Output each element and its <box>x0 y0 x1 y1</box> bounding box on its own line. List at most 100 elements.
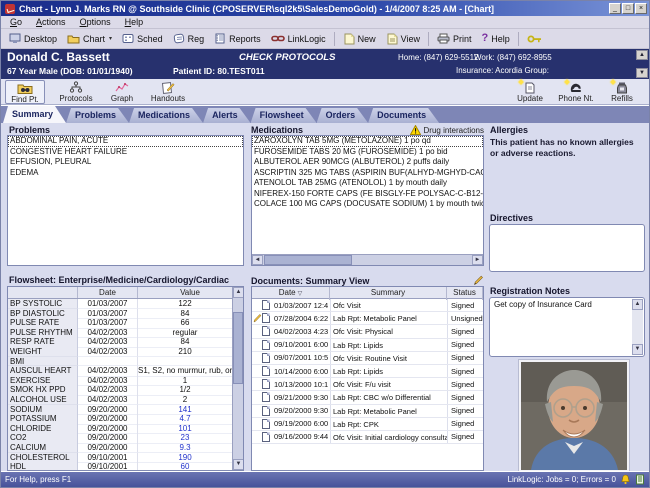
chart-button[interactable]: Chart ▾ <box>62 32 117 45</box>
document-row[interactable]: 04/02/2003 4:23 Ofc Visit: Physical Sign… <box>252 325 483 338</box>
handouts-button[interactable]: Handouts <box>145 80 191 104</box>
document-row[interactable]: 10/14/2000 6:00 Lab Rpt: Lipids Signed <box>252 365 483 378</box>
minimize-button[interactable]: _ <box>609 3 621 14</box>
scroll-down-icon[interactable]: ▼ <box>636 68 648 78</box>
scroll-right-icon[interactable]: ► <box>472 255 483 265</box>
flowsheet-row[interactable]: BP DIASTOLIC 01/03/2007 84 <box>8 309 232 319</box>
menu-item[interactable]: Go <box>3 17 29 27</box>
flowsheet-row[interactable]: CHOLESTEROL 09/10/2001 190 <box>8 453 232 463</box>
problem-list-item[interactable]: CONGESTIVE HEART FAILURE <box>8 147 243 158</box>
reg-button[interactable]: Reg <box>168 32 210 45</box>
document-row[interactable]: 09/21/2000 9:30 Lab Rpt: CBC w/o Differe… <box>252 391 483 404</box>
directives-box[interactable] <box>489 224 645 272</box>
close-button[interactable]: × <box>635 3 647 14</box>
document-row[interactable]: 09/16/2000 9:44 Ofc Visit: Initial cardi… <box>252 431 483 444</box>
document-row[interactable]: 09/07/2001 10:5 Ofc Visit: Routine Visit… <box>252 352 483 365</box>
problem-list-item[interactable]: EFFUSION, PLEURAL <box>8 157 243 168</box>
flowsheet-col-value[interactable]: Value <box>138 287 243 298</box>
desktop-button[interactable]: Desktop <box>4 32 62 45</box>
flowsheet-col-date[interactable]: Date <box>78 287 138 298</box>
problem-list-item[interactable]: ABDOMINAL PAIN, ACUTE <box>8 136 243 147</box>
document-row[interactable]: 10/13/2000 10:1 Ofc Visit: F/u visit Sig… <box>252 378 483 391</box>
security-key-button[interactable] <box>522 33 548 45</box>
flowsheet-row[interactable]: EXERCISE 04/02/2003 1 <box>8 376 232 386</box>
flowsheet-row[interactable]: CO2 09/20/2000 23 <box>8 433 232 443</box>
sched-button[interactable]: Sched <box>117 32 168 45</box>
chart-tab[interactable]: Documents <box>368 108 439 123</box>
documents-col-status[interactable]: Status <box>447 287 483 300</box>
chart-tab[interactable]: Alerts <box>203 108 251 123</box>
find-patient-button[interactable]: Find Pt. <box>5 80 45 104</box>
chart-tab[interactable]: Flowsheet <box>251 108 317 123</box>
medication-list-item[interactable]: FUROSEMIDE TABS 20 MG (FUROSEMIDE) 1 po … <box>252 147 483 158</box>
flowsheet-row[interactable]: CHLORIDE 09/20/2000 101 <box>8 424 232 434</box>
edit-pencil-icon[interactable] <box>473 275 484 286</box>
scrollbar-thumb[interactable] <box>264 255 352 265</box>
problems-list[interactable]: ABDOMINAL PAIN, ACUTECONGESTIVE HEART FA… <box>7 135 244 266</box>
protocols-button[interactable]: Protocols <box>53 80 99 104</box>
medication-list-item[interactable]: NIFEREX-150 FORTE CAPS (FE BISGLY-FE POL… <box>252 189 483 200</box>
problem-list-item[interactable]: EDEMA <box>8 168 243 179</box>
new-button[interactable]: New <box>338 32 381 46</box>
scroll-up-icon[interactable]: ▲ <box>632 299 643 310</box>
medication-list-item[interactable]: ASCRIPTIN 325 MG TABS (ASPIRIN BUF(ALHYD… <box>252 168 483 179</box>
scrollbar-track[interactable] <box>352 255 472 265</box>
medications-horizontal-scrollbar[interactable]: ◄ ► <box>252 254 483 265</box>
linklogic-button[interactable]: LinkLogic <box>266 33 331 45</box>
document-row[interactable]: 09/10/2001 6:00 Lab Rpt: Lipids Signed <box>252 339 483 352</box>
scrollbar-track[interactable] <box>233 384 243 459</box>
document-row[interactable]: 07/28/2004 6:22 Lab Rpt: Metabolic Panel… <box>252 312 483 325</box>
scroll-down-icon[interactable]: ▼ <box>632 344 643 355</box>
medication-list-item[interactable]: ZAROXOLYN TAB 5MG (METOLAZONE) 1 po qd <box>252 136 483 147</box>
flowsheet-col-rowlabel[interactable] <box>8 287 78 298</box>
drug-interactions-label[interactable]: Drug interactions <box>424 126 484 135</box>
flowsheet-row[interactable]: PULSE RATE 01/03/2007 66 <box>8 318 232 328</box>
menu-item[interactable]: Actions <box>29 17 73 27</box>
documents-col-date[interactable]: Date▽ <box>252 287 330 300</box>
scroll-left-icon[interactable]: ◄ <box>252 255 263 265</box>
chart-tab[interactable]: Orders <box>317 108 369 123</box>
menu-item[interactable]: Options <box>73 17 118 27</box>
flowsheet-row[interactable]: SODIUM 09/20/2000 141 <box>8 405 232 415</box>
flowsheet-row[interactable]: WEIGHT 04/02/2003 210 <box>8 347 232 357</box>
scrollbar-thumb[interactable] <box>233 312 243 384</box>
flowsheet-row[interactable]: PULSE RHYTHM 04/02/2003 regular <box>8 328 232 338</box>
medications-list[interactable]: ZAROXOLYN TAB 5MG (METOLAZONE) 1 po qdFU… <box>251 135 484 266</box>
flowsheet-vertical-scrollbar[interactable]: ▲ ▼ <box>232 287 243 470</box>
document-row[interactable]: 09/19/2000 6:00 Lab Rpt: CPK Signed <box>252 418 483 431</box>
chart-tab[interactable]: Summary <box>3 106 66 123</box>
scroll-up-icon[interactable]: ▲ <box>636 50 648 60</box>
flowsheet-row[interactable]: BP SYSTOLIC 01/03/2007 122 <box>8 299 232 309</box>
phone-note-button[interactable]: Phone Nt. <box>553 80 599 104</box>
update-button[interactable]: Update <box>507 80 553 104</box>
document-row[interactable]: 01/03/2007 12:4 Ofc Visit Signed <box>252 299 483 312</box>
reports-button[interactable]: Reports <box>209 32 266 45</box>
registration-notes-scrollbar[interactable]: ▲ ▼ <box>632 299 643 355</box>
medication-list-item[interactable]: ATENOLOL TAB 25MG (ATENOLOL) 1 by mouth … <box>252 178 483 189</box>
refills-button[interactable]: Refills <box>599 80 645 104</box>
alert-bell-icon[interactable] <box>620 474 631 485</box>
flowsheet-row[interactable]: BMI <box>8 357 232 367</box>
medication-list-item[interactable]: ALBUTEROL AER 90MCG (ALBUTEROL) 2 puffs … <box>252 157 483 168</box>
flowsheet-row[interactable]: AUSCUL HEART 04/02/2003 S1, S2, no murmu… <box>8 366 232 376</box>
flowsheet-row[interactable]: HDL 09/10/2001 60 <box>8 462 232 471</box>
restore-button[interactable]: □ <box>622 3 634 14</box>
flowsheet-row[interactable]: POTASSIUM 09/20/2000 4.7 <box>8 414 232 424</box>
chevron-down-icon[interactable]: ▾ <box>109 35 112 42</box>
flowsheet-row[interactable]: RESP RATE 04/02/2003 84 <box>8 337 232 347</box>
linklogic-log-icon[interactable] <box>635 474 645 485</box>
chart-tab[interactable]: Problems <box>66 108 129 123</box>
flowsheet-row[interactable]: SMOK HX PPD 04/02/2003 1/2 <box>8 385 232 395</box>
view-button[interactable]: View <box>381 32 425 46</box>
menu-item[interactable]: Help <box>118 17 151 27</box>
print-button[interactable]: Print <box>432 32 477 45</box>
scroll-up-icon[interactable]: ▲ <box>233 287 244 298</box>
help-button[interactable]: ? Help <box>477 32 515 45</box>
document-row[interactable]: 09/20/2000 9:30 Lab Rpt: Metabolic Panel… <box>252 405 483 418</box>
registration-notes-box[interactable]: Get copy of Insurance Card ▲ ▼ <box>489 297 645 357</box>
scroll-down-icon[interactable]: ▼ <box>233 459 244 470</box>
flowsheet-row[interactable]: CALCIUM 09/20/2000 9.3 <box>8 443 232 453</box>
flowsheet-row[interactable]: ALCOHOL USE 04/02/2003 2 <box>8 395 232 405</box>
chart-tab[interactable]: Medications <box>129 108 203 123</box>
graph-button[interactable]: Graph <box>99 80 145 104</box>
